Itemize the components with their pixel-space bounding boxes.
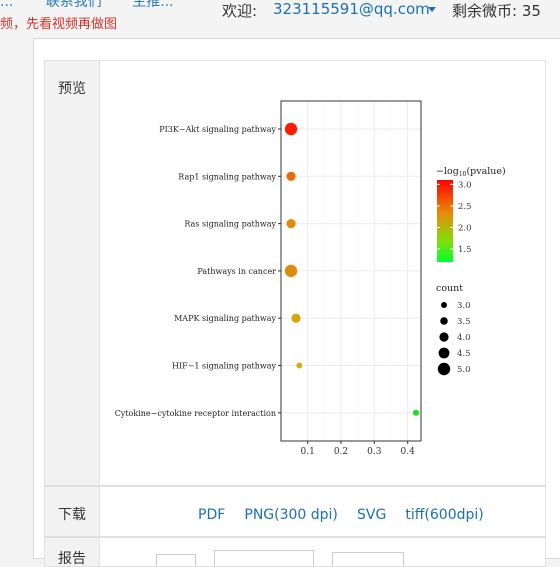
y-tick-label: Cytokine−cytokine receptor interaction [115, 409, 276, 418]
download-label: 下载 [58, 507, 86, 523]
size-legend-dot [438, 347, 450, 359]
data-point [291, 313, 301, 323]
x-tick-label: 0.2 [334, 447, 348, 457]
nav-link-3[interactable]: 主推... [132, 0, 173, 10]
download-label-cell: 下载 [44, 486, 100, 537]
download-svg-link[interactable]: SVG [357, 507, 386, 523]
color-legend-label: 2.5 [458, 202, 472, 212]
download-png-link[interactable]: PNG(300 dpi) [244, 507, 338, 523]
thumbnail-3[interactable] [332, 552, 404, 566]
download-cell: PDF PNG(300 dpi) SVG tiff(600dpi) [100, 486, 546, 537]
nav-link-1[interactable]: ... [0, 0, 13, 10]
size-legend-label: 4.0 [457, 333, 471, 343]
size-legend-dot [441, 302, 447, 308]
top-bar: ... 联系我们 主推... 频，先看视频再做图 欢迎: 323115591@q… [0, 0, 560, 38]
video-hint: 频，先看视频再做图 [0, 17, 118, 32]
color-legend-label: 2.0 [458, 223, 472, 233]
preview-cell: 0.1 0.2 0.3 0.4 PI3K−Akt signaling pathway Ra… [100, 60, 546, 486]
size-legend-label: 3.5 [457, 317, 471, 327]
top-nav: ... 联系我们 主推... [0, 0, 192, 11]
data-point [413, 409, 419, 416]
y-tick-label: MAPK signaling pathway [174, 314, 276, 323]
y-tick-label: Pathways in cancer [197, 267, 276, 276]
welcome-label: 欢迎: [222, 2, 258, 20]
data-point [286, 219, 296, 229]
coins-balance: 剩余微币: 35 [452, 2, 541, 20]
color-legend-label: 1.5 [458, 245, 472, 255]
color-legend-bar [437, 180, 453, 262]
y-tick-label: Ras signaling pathway [184, 220, 276, 229]
size-legend-title: count [436, 283, 463, 294]
y-tick-label: HIF−1 signaling pathway [172, 362, 277, 371]
size-legend-dot [437, 362, 451, 376]
size-legend-label: 5.0 [457, 365, 471, 375]
thumbnail-1[interactable] [156, 554, 196, 566]
next-label: 报告 [58, 551, 86, 567]
next-cell [100, 537, 546, 567]
nav-link-2[interactable]: 联系我们 [46, 0, 102, 10]
color-legend-title: −log10(pvalue) [436, 166, 506, 178]
x-tick-label: 0.4 [401, 447, 416, 457]
data-point [286, 171, 296, 181]
size-legend-dot [439, 332, 449, 342]
data-point [284, 264, 298, 278]
size-legend-dot [440, 317, 448, 325]
data-point [284, 122, 298, 136]
user-account-menu[interactable]: 323115591@qq.com [273, 0, 430, 18]
x-tick-label: 0.1 [301, 447, 315, 457]
y-tick-label: Rap1 signaling pathway [178, 172, 276, 181]
thumbnail-2[interactable] [214, 550, 314, 566]
download-tiff-link[interactable]: tiff(600dpi) [405, 507, 483, 523]
bubble-chart: 0.1 0.2 0.3 0.4 PI3K−Akt signaling pathway Ra… [115, 100, 506, 457]
color-legend-label: 3.0 [458, 180, 472, 190]
preview-label-cell: 预览 [44, 60, 100, 486]
chevron-down-icon[interactable] [428, 7, 436, 12]
data-point [296, 362, 303, 369]
preview-label: 预览 [58, 81, 86, 97]
x-tick-label: 0.3 [367, 447, 382, 457]
next-label-cell: 报告 [44, 537, 100, 567]
y-tick-label: PI3K−Akt signaling pathway [159, 125, 276, 134]
download-pdf-link[interactable]: PDF [198, 507, 225, 523]
size-legend-label: 4.5 [457, 349, 471, 359]
size-legend-label: 3.0 [457, 301, 471, 311]
